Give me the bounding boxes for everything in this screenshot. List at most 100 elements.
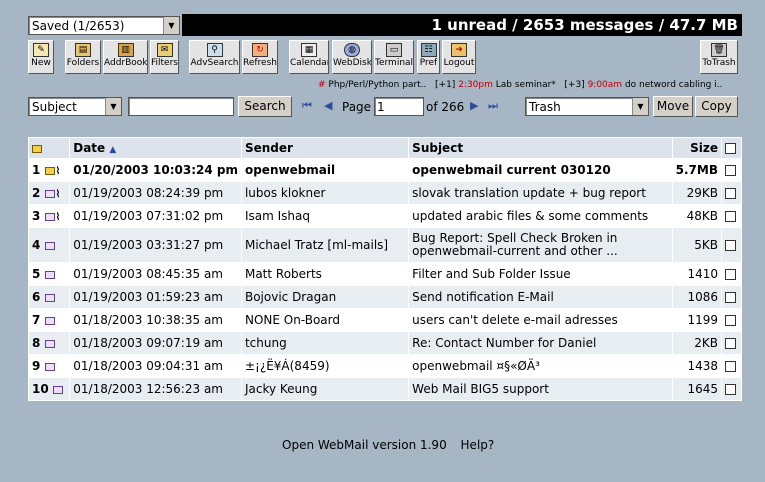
event-2[interactable]: Lab seminar*: [496, 80, 556, 90]
subject-column-header[interactable]: Subject: [408, 137, 673, 159]
new-button[interactable]: ✎ New: [28, 40, 54, 74]
row-checkbox[interactable]: [724, 315, 736, 326]
row-sender[interactable]: ±¡¿Ë¥Á(8459): [240, 354, 410, 378]
row-subject[interactable]: users can't delete e-mail adresses: [408, 308, 673, 332]
move-target-value: Trash: [529, 100, 561, 114]
totrash-button[interactable]: 🗑 ToTrash: [700, 40, 738, 74]
attachment-icon: ⌇: [55, 212, 61, 223]
prev-page-icon[interactable]: ◀: [324, 99, 332, 112]
row-sender[interactable]: Bojovic Dragan: [240, 285, 410, 309]
row-date: 01/19/2003 03:31:27 pm: [69, 227, 242, 263]
row-checkbox[interactable]: [724, 188, 736, 199]
date-column-header[interactable]: Date ▲: [69, 137, 242, 159]
row-subject[interactable]: Send notification E-Mail: [408, 285, 673, 309]
folders-button[interactable]: ▤ Folders: [65, 40, 101, 74]
row-subject[interactable]: Bug Report: Spell Check Broken in openwe…: [408, 227, 673, 263]
table-row[interactable]: 2 ⌇ 01/19/2003 08:24:39 pm lubos klokner…: [27, 181, 743, 205]
row-subject[interactable]: Re: Contact Number for Daniel: [408, 331, 673, 355]
row-sender[interactable]: NONE On-Board: [240, 308, 410, 332]
move-button[interactable]: Move: [653, 96, 693, 117]
table-row[interactable]: 5 01/19/2003 08:45:35 am Matt Roberts Fi…: [27, 262, 743, 286]
row-sender[interactable]: tchung: [240, 331, 410, 355]
row-subject[interactable]: openwebmail current 030120: [408, 158, 673, 182]
row-subject[interactable]: Filter and Sub Folder Issue: [408, 262, 673, 286]
sender-column-header[interactable]: Sender: [240, 137, 410, 159]
pref-button[interactable]: ☷ Pref: [417, 40, 440, 74]
chevron-down-icon[interactable]: ▼: [105, 98, 121, 115]
row-subject[interactable]: updated arabic files & some comments: [408, 204, 673, 228]
row-checkbox[interactable]: [724, 338, 736, 349]
last-page-icon[interactable]: ⏭: [488, 99, 498, 113]
row-checkbox[interactable]: [724, 269, 736, 280]
read-envelope-icon: [44, 293, 55, 302]
magnifier-icon: ⚲: [206, 43, 223, 57]
table-row[interactable]: 10 01/18/2003 12:56:23 am Jacky Keung We…: [27, 377, 743, 401]
page-input[interactable]: 1: [374, 97, 424, 116]
row-checkbox[interactable]: [724, 165, 736, 176]
row-subject[interactable]: slovak translation update + bug report: [408, 181, 673, 205]
table-row[interactable]: 1 ⌇ 01/20/2003 10:03:24 pm openwebmail o…: [27, 158, 743, 182]
addrbook-button[interactable]: ▥ AddrBook: [103, 40, 148, 74]
table-row[interactable]: 3 ⌇ 01/19/2003 07:31:02 pm Isam Ishaq up…: [27, 204, 743, 228]
row-sender[interactable]: openwebmail: [240, 158, 410, 182]
row-sender[interactable]: Matt Roberts: [240, 262, 410, 286]
refresh-button[interactable]: ↻ Refresh: [242, 40, 278, 74]
event-1[interactable]: Php/Perl/Python part..: [328, 80, 426, 90]
read-envelope-icon: [44, 189, 55, 198]
event-3-prefix: [+3]: [564, 80, 585, 90]
read-envelope-icon: [44, 270, 55, 279]
table-row[interactable]: 9 01/18/2003 09:04:31 am ±¡¿Ë¥Á(8459) op…: [27, 354, 743, 378]
table-row[interactable]: 8 01/18/2003 09:07:19 am tchung Re: Cont…: [27, 331, 743, 355]
logout-icon: ➜: [451, 43, 467, 57]
status-banner-text: 1 unread / 2653 messages / 47.7 MB: [431, 16, 738, 34]
row-size: 1086: [671, 285, 722, 309]
row-size: 1199: [671, 308, 722, 332]
version-link[interactable]: Open WebMail version 1.90: [282, 438, 447, 452]
advsearch-button[interactable]: ⚲ AdvSearch: [189, 40, 240, 74]
table-row[interactable]: 6 01/19/2003 01:59:23 am Bojovic Dragan …: [27, 285, 743, 309]
folders-icon: ▤: [75, 43, 91, 57]
event-3[interactable]: do netword cabling i..: [625, 80, 723, 90]
calendar-button[interactable]: ▦ Calendar: [289, 40, 329, 74]
row-size: 29KB: [671, 181, 722, 205]
search-button[interactable]: Search: [238, 96, 292, 117]
event-ticker: # Php/Perl/Python part.. [+1] 2:30pm Lab…: [318, 80, 748, 92]
status-column-header[interactable]: [27, 137, 71, 159]
read-envelope-icon: [44, 362, 55, 371]
help-link[interactable]: Help?: [461, 438, 495, 452]
row-checkbox[interactable]: [724, 384, 736, 395]
folder-select-value: Saved (1/2653): [32, 19, 125, 33]
read-envelope-icon: [44, 339, 55, 348]
row-checkbox[interactable]: [724, 361, 736, 372]
search-input[interactable]: [128, 97, 234, 116]
row-sender[interactable]: Isam Ishaq: [240, 204, 410, 228]
select-all-checkbox-cell[interactable]: [720, 137, 743, 159]
filters-button[interactable]: ✉ Filters: [150, 40, 179, 74]
table-row[interactable]: 7 01/18/2003 10:38:35 am NONE On-Board u…: [27, 308, 743, 332]
webdisk-button[interactable]: ◍ WebDisk: [332, 40, 372, 74]
chevron-down-icon[interactable]: ▼: [163, 17, 179, 34]
row-sender[interactable]: Jacky Keung: [240, 377, 410, 401]
terminal-button[interactable]: ▭ Terminal: [374, 40, 414, 74]
row-subject[interactable]: Web Mail BIG5 support: [408, 377, 673, 401]
preferences-icon: ☷: [420, 43, 437, 57]
row-sender[interactable]: Michael Tratz [ml-mails]: [240, 227, 410, 263]
logout-button[interactable]: ➜ Logout: [442, 40, 476, 74]
page-label: Page: [342, 100, 372, 114]
row-checkbox[interactable]: [724, 240, 736, 251]
first-page-icon[interactable]: ⏮: [302, 99, 312, 113]
move-target-select[interactable]: Trash ▼: [525, 97, 649, 116]
row-checkbox[interactable]: [724, 292, 736, 303]
copy-button[interactable]: Copy: [695, 96, 738, 117]
next-page-icon[interactable]: ▶: [470, 99, 478, 112]
row-sender[interactable]: lubos klokner: [240, 181, 410, 205]
folder-select[interactable]: Saved (1/2653) ▼: [28, 16, 180, 35]
search-field-value: Subject: [32, 100, 77, 114]
select-all-checkbox[interactable]: [724, 143, 736, 154]
row-subject[interactable]: openwebmail ¤§«ØÄ³: [408, 354, 673, 378]
table-row[interactable]: 4 01/19/2003 03:31:27 pm Michael Tratz […: [27, 227, 743, 263]
row-checkbox[interactable]: [724, 211, 736, 222]
chevron-down-icon[interactable]: ▼: [632, 98, 648, 115]
search-field-select[interactable]: Subject ▼: [28, 97, 122, 116]
size-column-header[interactable]: Size: [671, 137, 722, 159]
